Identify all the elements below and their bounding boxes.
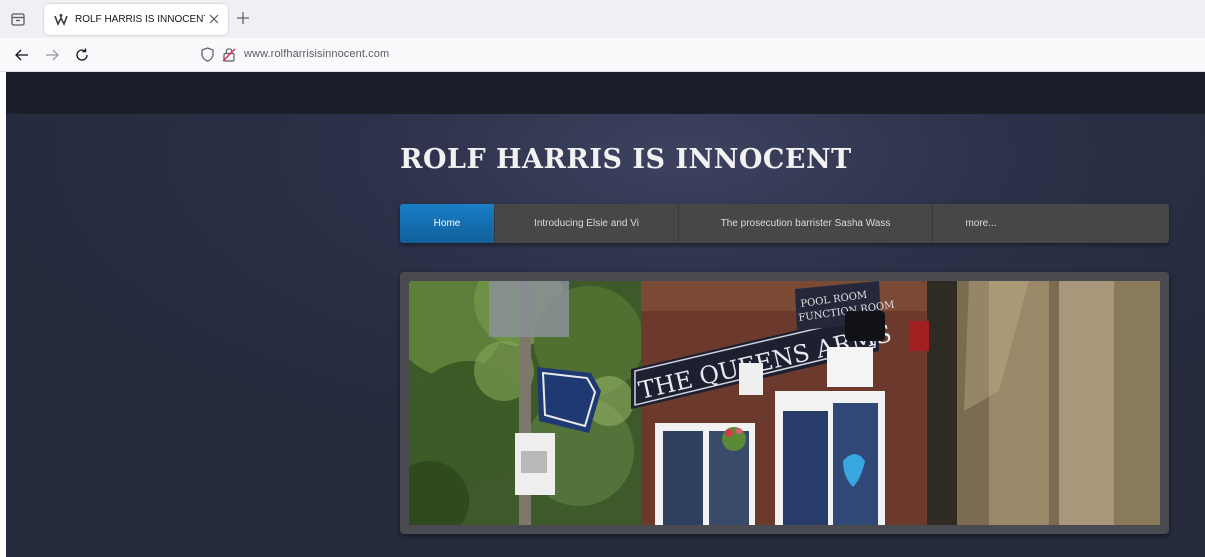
header-photo-frame: THE QUEENS ARMS POOL ROOM FUNCTION ROOM: [400, 272, 1169, 534]
new-tab-plus-icon[interactable]: [236, 11, 250, 25]
tab-title: ROLF HARRIS IS INNOCENT - H: [75, 14, 205, 25]
tab-list-icon[interactable]: [10, 11, 26, 27]
forward-arrow-icon[interactable]: [44, 47, 60, 63]
close-tab-icon[interactable]: [208, 13, 220, 25]
reload-icon[interactable]: [74, 47, 90, 63]
main-navigation-menu: Home Introducing Elsie and Vi The prosec…: [400, 204, 1169, 243]
nav-item-home[interactable]: Home: [400, 204, 495, 243]
insecure-lock-icon[interactable]: [222, 47, 236, 62]
page-header-strip: [6, 72, 1205, 114]
browser-tab[interactable]: ROLF HARRIS IS INNOCENT - H: [44, 4, 228, 35]
nav-item-introducing-elsie-and-vi[interactable]: Introducing Elsie and Vi: [495, 204, 679, 243]
browser-tab-bar: ROLF HARRIS IS INNOCENT - H: [0, 0, 1205, 38]
back-arrow-icon[interactable]: [14, 47, 30, 63]
address-bar[interactable]: www.rolfharrisisinnocent.com: [196, 42, 1196, 68]
queens-arms-pub-photo: THE QUEENS ARMS POOL ROOM FUNCTION ROOM: [409, 281, 1160, 525]
url-text: www.rolfharrisisinnocent.com: [244, 48, 390, 60]
page-viewport: ROLF HARRIS IS INNOCENT Home Introducing…: [6, 72, 1205, 557]
site-favicon-icon: [54, 13, 68, 26]
browser-navigation-bar: www.rolfharrisisinnocent.com: [0, 38, 1205, 72]
pub-photo-illustration: THE QUEENS ARMS POOL ROOM FUNCTION ROOM: [409, 281, 1160, 525]
site-title: ROLF HARRIS IS INNOCENT: [400, 144, 852, 175]
tracking-protection-shield-icon[interactable]: [200, 47, 215, 62]
nav-item-more[interactable]: more...: [933, 204, 1029, 243]
nav-item-prosecution-barrister[interactable]: The prosecution barrister Sasha Wass: [679, 204, 933, 243]
